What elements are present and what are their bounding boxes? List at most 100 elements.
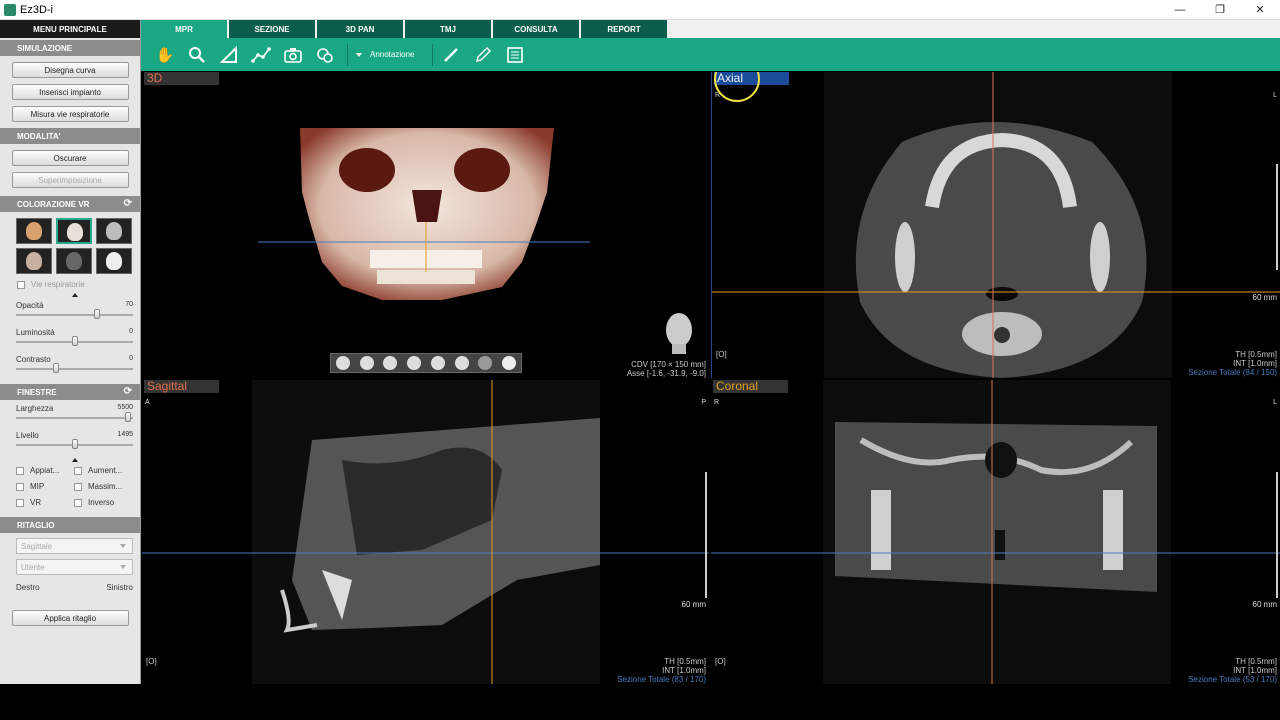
apply-crop-button[interactable]: Applica ritaglio — [11, 610, 129, 626]
slice-info: Sezione Totale (53 / 170) — [1188, 675, 1277, 684]
scale-label: 60 mm — [1252, 600, 1277, 609]
crop-mode-select[interactable]: Utente — [16, 559, 133, 575]
preset-view-4-icon[interactable] — [407, 356, 422, 370]
orientation-reset[interactable]: [O] — [146, 657, 157, 666]
contrast-slider[interactable]: Contrasto 0 — [16, 351, 133, 378]
check-label: MIP — [30, 482, 45, 491]
superimposition-button[interactable]: Superimposizione — [11, 172, 129, 188]
vr-preset-3[interactable] — [96, 218, 132, 244]
airway-checkbox[interactable] — [17, 280, 25, 289]
contrast-label: Contrasto — [16, 355, 51, 364]
vr-preset-4[interactable] — [16, 248, 52, 274]
tab-mpr[interactable]: MPR — [141, 20, 229, 38]
interval-info: INT [1.0mm] — [1233, 359, 1277, 368]
close-button[interactable]: ✕ — [1240, 0, 1280, 20]
section-ritaglio: RITAGLIO — [0, 517, 140, 533]
notes-icon[interactable] — [505, 45, 525, 65]
flatten-check[interactable]: Appiat... — [16, 466, 74, 475]
maximize-button[interactable]: ❐ — [1200, 0, 1240, 20]
level-slider[interactable]: Livello 1495 — [16, 427, 133, 454]
section-title: FINESTRE — [17, 387, 57, 397]
brightness-slider[interactable]: Luminosità 0 — [16, 324, 133, 351]
contrast-knob[interactable] — [53, 363, 59, 373]
slice-info: Sezione Totale (83 / 170) — [617, 675, 706, 684]
width-label: Larghezza — [16, 404, 54, 413]
chevron-down-icon — [120, 565, 126, 569]
sidebar-header: MENU PRINCIPALE — [0, 20, 140, 38]
preset-view-8-icon[interactable] — [502, 356, 517, 370]
augment-check[interactable]: Aument... — [74, 466, 132, 475]
pan-hand-icon[interactable]: ✋ — [155, 45, 175, 65]
bottom-strip — [0, 684, 1280, 720]
preset-view-7-icon[interactable] — [478, 356, 493, 370]
collapse-arrow-icon[interactable] — [72, 458, 78, 462]
tab-3d-pan[interactable]: 3D PAN — [317, 20, 405, 38]
preset-view-6-icon[interactable] — [454, 356, 469, 370]
vr-check[interactable]: VR — [16, 498, 74, 507]
measure-airway-button[interactable]: Misura vie respiratorie — [11, 106, 129, 122]
interval-info: INT [1.0mm] — [662, 666, 706, 675]
line-tool-icon[interactable] — [441, 45, 461, 65]
opacity-label: Opacità — [16, 301, 44, 310]
axial-slice-image — [712, 72, 1280, 378]
camera-icon[interactable] — [283, 45, 303, 65]
pencil-icon[interactable] — [473, 45, 493, 65]
window-title: Ez3D-i — [20, 3, 54, 16]
view-coronal[interactable]: Coronal R L 60 mm [O] TH [0.5mm] INT [1.… — [711, 380, 1280, 684]
orientation-reset[interactable]: [O] — [716, 350, 727, 359]
brightness-knob[interactable] — [72, 336, 78, 346]
opacity-slider[interactable]: Opacità 70 — [16, 297, 133, 324]
draw-curve-button[interactable]: Disegna curva — [11, 62, 129, 78]
polyline-measure-icon[interactable] — [251, 45, 271, 65]
orientation-reset[interactable]: [O] — [715, 657, 726, 666]
right-side-label[interactable]: Destro — [16, 583, 40, 592]
main-tabs: MPR SEZIONE 3D PAN TMJ CONSULTA REPORT — [141, 20, 1280, 38]
view-axial[interactable]: Axial R L 60 mm [O] TH [0.5mm] INT [1.0m… — [711, 72, 1280, 378]
minimize-button[interactable]: — — [1160, 0, 1200, 20]
tab-consulta[interactable]: CONSULTA — [493, 20, 581, 38]
preset-view-3-icon[interactable] — [383, 356, 398, 370]
thickness-info: TH [0.5mm] — [1235, 657, 1277, 666]
tab-report[interactable]: REPORT — [581, 20, 669, 38]
annotation-dropdown[interactable]: Annotazione — [356, 50, 414, 59]
view-3d[interactable]: 3D CDV [170 × 150 mm] Asse [-1.6, -31.9,… — [142, 72, 709, 378]
invert-check[interactable]: Inverso — [74, 498, 132, 507]
opacity-knob[interactable] — [94, 309, 100, 319]
check-label: Massim... — [88, 482, 123, 491]
preset-view-1-icon[interactable] — [335, 356, 350, 370]
preset-view-2-icon[interactable] — [359, 356, 374, 370]
oscurare-button[interactable]: Oscurare — [11, 150, 129, 166]
tab-tmj[interactable]: TMJ — [405, 20, 493, 38]
insert-implant-button[interactable]: Inserisci impianto — [11, 84, 129, 100]
width-slider[interactable]: Larghezza 5500 — [16, 400, 133, 427]
head-orientation-icon[interactable] — [662, 310, 696, 354]
width-knob[interactable] — [125, 412, 131, 422]
width-value: 5500 — [117, 404, 133, 411]
vr-preset-5[interactable] — [56, 248, 92, 274]
toolbar: ✋ Annotazione — [141, 38, 1280, 71]
max-check[interactable]: Massim... — [74, 482, 132, 491]
mip-check[interactable]: MIP — [16, 482, 74, 491]
refresh-icon[interactable]: ⟳ — [124, 386, 132, 397]
vr-preset-6[interactable] — [96, 248, 132, 274]
preset-view-5-icon[interactable] — [430, 356, 445, 370]
airway-checkbox-row[interactable]: Vie respiratorie — [17, 280, 140, 289]
settings-faces-icon[interactable] — [315, 45, 335, 65]
section-modalita: MODALITA' — [0, 128, 140, 144]
contrast-value: 0 — [129, 355, 133, 362]
view-sagittal[interactable]: Sagittal A P 60 mm [O] TH [0.5mm] INT [1… — [142, 380, 709, 684]
zoom-icon[interactable] — [187, 45, 207, 65]
scale-bar — [1276, 164, 1278, 270]
vr-preset-1[interactable] — [16, 218, 52, 244]
slice-info: Sezione Totale (84 / 150) — [1188, 368, 1277, 377]
crop-plane-select[interactable]: Sagittale — [16, 538, 133, 554]
refresh-icon[interactable]: ⟳ — [124, 198, 132, 209]
app-icon — [4, 3, 16, 16]
section-title: MODALITA' — [17, 131, 61, 141]
select-value: Sagittale — [21, 541, 53, 551]
level-knob[interactable] — [72, 439, 78, 449]
angle-measure-icon[interactable] — [219, 45, 239, 65]
tab-sezione[interactable]: SEZIONE — [229, 20, 317, 38]
vr-preset-2[interactable] — [56, 218, 92, 244]
left-side-label[interactable]: Sinistro — [106, 583, 133, 592]
